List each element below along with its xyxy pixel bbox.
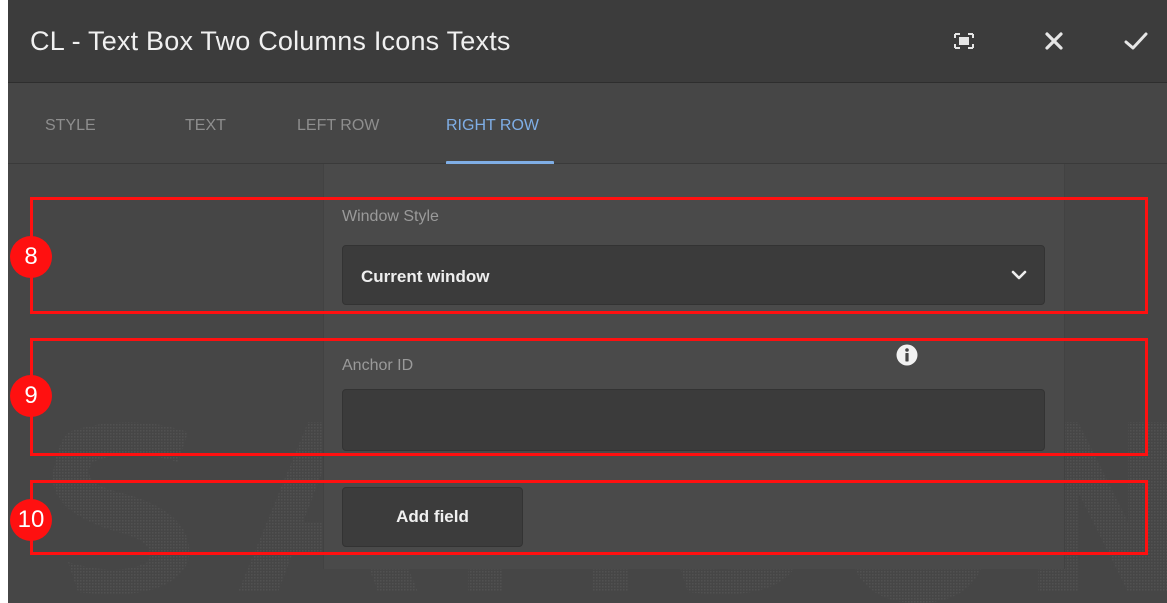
done-button[interactable] <box>1119 24 1153 58</box>
add-field-button[interactable]: Add field <box>342 487 523 547</box>
dialog-content: Window Style Current window Anchor ID Ad… <box>8 164 1167 603</box>
annotation-badge-9: 9 <box>10 375 52 417</box>
fullscreen-icon <box>954 33 974 49</box>
anchor-id-label: Anchor ID <box>342 357 414 374</box>
tab-right-row[interactable]: RIGHT ROW <box>446 117 539 135</box>
window-style-label: Window Style <box>342 208 439 225</box>
dialog-window: CL - Text Box Two Columns Icons Texts ST… <box>8 0 1167 603</box>
anchor-id-input[interactable] <box>342 389 1045 451</box>
window-style-select[interactable]: Current window <box>342 245 1045 305</box>
chevron-down-icon <box>1010 266 1028 289</box>
tab-bar: STYLE TEXT LEFT ROW RIGHT ROW <box>8 83 1167 165</box>
info-icon[interactable] <box>896 344 918 366</box>
annotation-badge-10: 10 <box>10 499 52 541</box>
window-style-value: Current window <box>361 267 490 286</box>
tab-style[interactable]: STYLE <box>45 117 96 135</box>
fullscreen-button[interactable] <box>947 24 981 58</box>
checkmark-icon <box>1124 31 1148 51</box>
dialog-title: CL - Text Box Two Columns Icons Texts <box>30 26 511 56</box>
annotation-badge-8: 8 <box>10 236 52 278</box>
close-icon <box>1044 31 1064 51</box>
close-button[interactable] <box>1037 24 1071 58</box>
tab-left-row[interactable]: LEFT ROW <box>297 117 379 135</box>
tab-text[interactable]: TEXT <box>185 117 226 135</box>
dialog-header: CL - Text Box Two Columns Icons Texts <box>8 0 1167 83</box>
